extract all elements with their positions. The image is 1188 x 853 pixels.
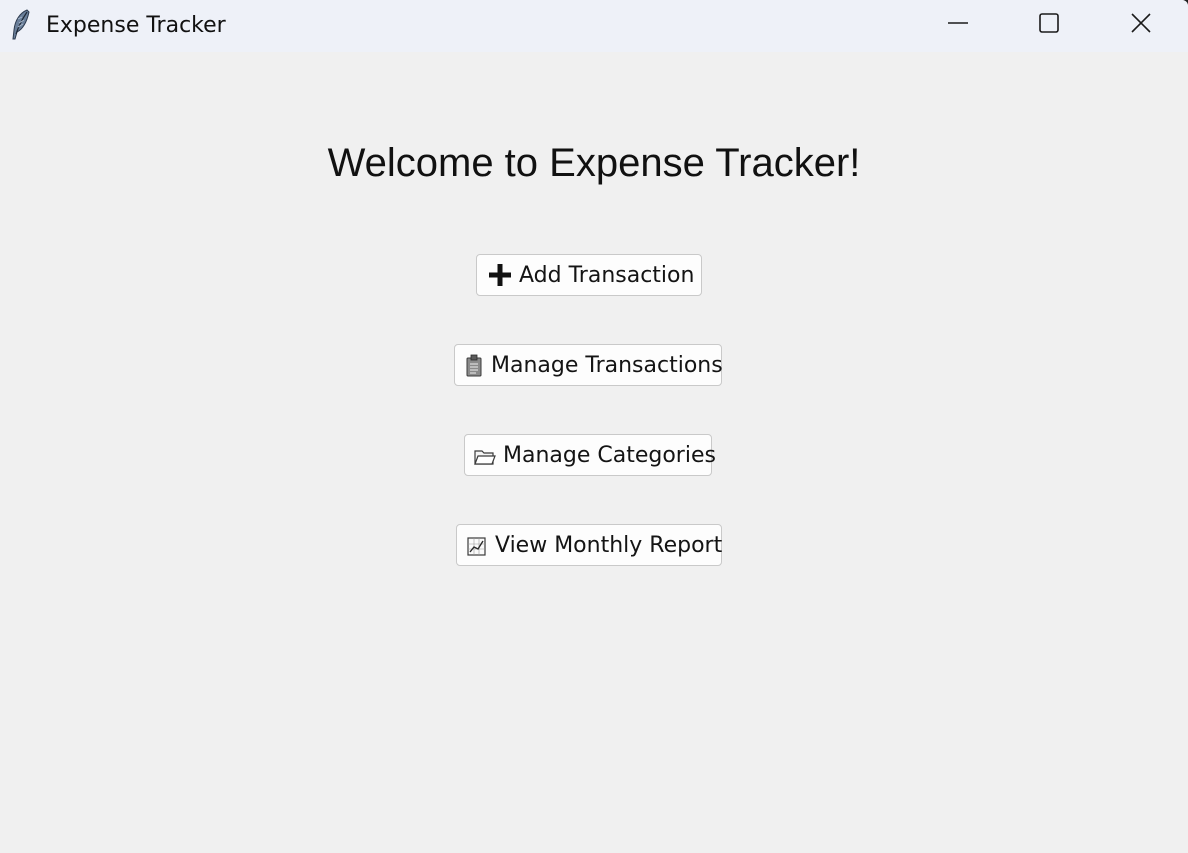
minimize-icon [947, 12, 969, 34]
manage-transactions-label: Manage Transactions [491, 352, 723, 378]
minimize-button[interactable] [913, 0, 1003, 46]
plus-icon [487, 262, 513, 288]
manage-categories-button[interactable]: Manage Categories [464, 434, 716, 476]
maximize-button[interactable] [1004, 0, 1094, 46]
app-window: Expense Tracker Welcome to Expense Track… [0, 0, 1188, 853]
close-icon [1130, 12, 1152, 34]
welcome-heading: Welcome to Expense Tracker! [327, 141, 861, 185]
manage-categories-label: Manage Categories [503, 442, 716, 468]
add-transaction-button[interactable]: Add Transaction [476, 254, 702, 296]
manage-transactions-button[interactable]: Manage Transactions [454, 344, 723, 386]
main-content: Welcome to Expense Tracker! Add Transact… [0, 52, 1188, 853]
maximize-icon [1038, 12, 1060, 34]
feather-icon [10, 8, 32, 42]
view-monthly-report-button[interactable]: View Monthly Report [456, 524, 722, 566]
chart-icon [465, 532, 489, 558]
folder-icon [473, 442, 497, 468]
window-title: Expense Tracker [46, 13, 226, 38]
title-bar[interactable]: Expense Tracker [0, 0, 1188, 52]
close-button[interactable] [1096, 0, 1186, 46]
clipboard-icon [463, 352, 485, 378]
view-monthly-report-label: View Monthly Report [495, 532, 723, 558]
add-transaction-label: Add Transaction [519, 262, 695, 288]
